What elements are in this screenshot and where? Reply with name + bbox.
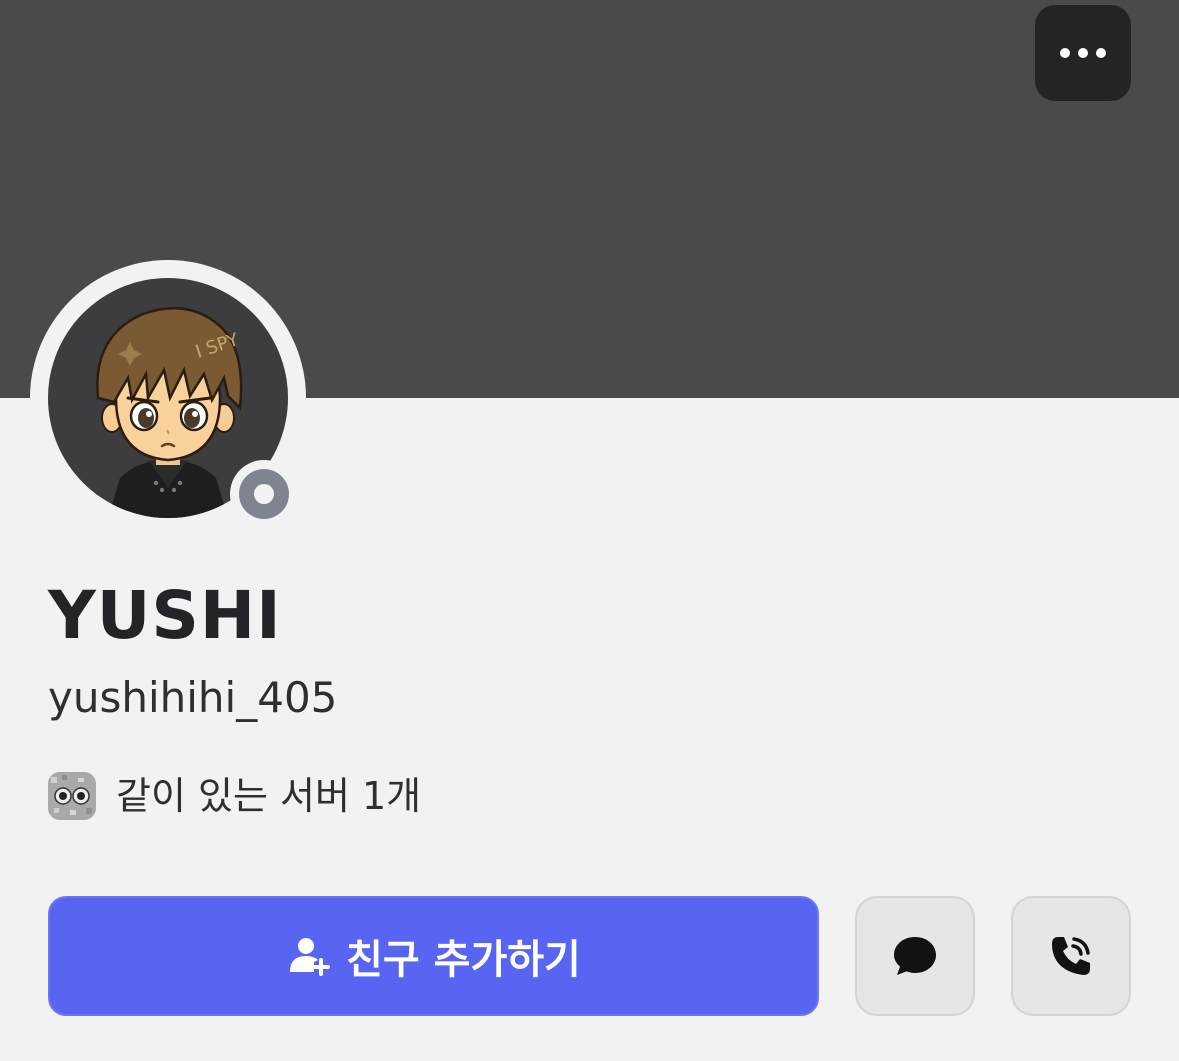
call-button[interactable]	[1011, 896, 1131, 1016]
status-offline-hole	[254, 484, 274, 504]
username: yushihihi_405	[48, 673, 338, 722]
message-icon	[894, 937, 936, 975]
display-name: YUSHI	[48, 577, 282, 654]
add-friend-icon	[290, 938, 331, 976]
add-friend-label: 친구 추가하기	[346, 937, 581, 983]
profile-page: I SPY YUSHI yushihihi_405 같이 있는 서버 1개 친구…	[0, 0, 1179, 1061]
server-icon	[48, 772, 96, 820]
add-friend-button[interactable]: 친구 추가하기	[48, 896, 819, 1016]
more-icon	[1060, 48, 1106, 58]
mutual-servers-row[interactable]: 같이 있는 서버 1개	[48, 768, 421, 824]
call-icon	[1052, 937, 1090, 975]
mutual-servers-label: 같이 있는 서버 1개	[116, 774, 422, 818]
more-options-button[interactable]	[1035, 5, 1131, 101]
message-button[interactable]	[855, 896, 975, 1016]
